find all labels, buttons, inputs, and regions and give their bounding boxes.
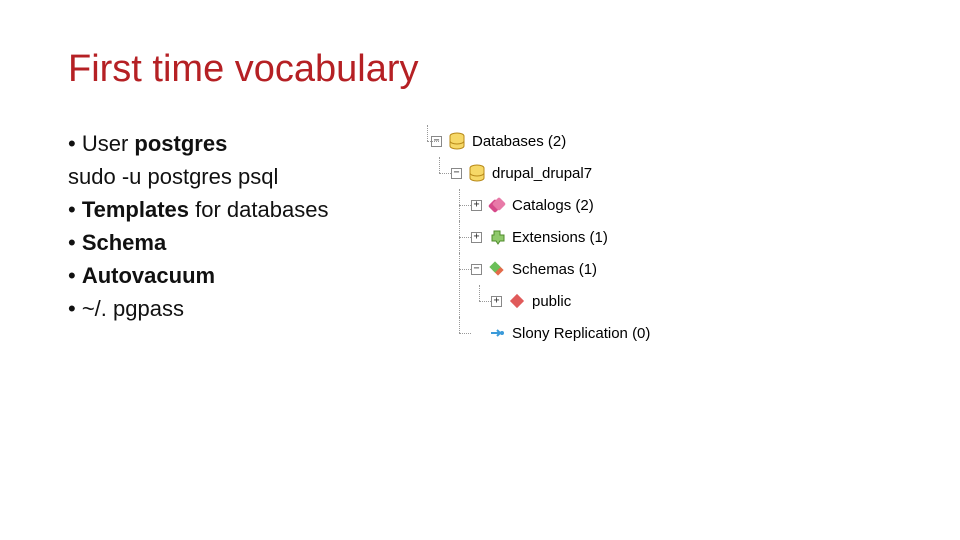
slide-title: First time vocabulary	[68, 48, 960, 91]
tree-label: drupal_drupal7	[492, 166, 592, 181]
tree-label: Catalogs (2)	[512, 198, 594, 213]
tree-label: public	[532, 294, 571, 309]
extensions-icon	[488, 228, 506, 246]
bullet-item: • ~/. pgpass	[68, 292, 423, 325]
bullet-text: for databases	[189, 197, 328, 222]
tree-item-databases[interactable]: − Databases (2)	[431, 125, 650, 157]
tree-item-slony[interactable]: Slony Replication (0)	[471, 317, 650, 349]
collapse-icon[interactable]: −	[451, 168, 462, 179]
replication-icon	[488, 324, 506, 342]
tree-item-public[interactable]: + public	[491, 285, 650, 317]
databases-icon	[448, 132, 466, 150]
catalogs-icon	[488, 196, 506, 214]
tree-view: − Databases (2) −	[423, 125, 650, 349]
tree-item-catalogs[interactable]: + Catalogs (2)	[471, 189, 650, 221]
database-icon	[468, 164, 486, 182]
bullet-bold: Autovacuum	[82, 263, 215, 288]
expand-icon[interactable]: +	[471, 200, 482, 211]
bullet-item: • Autovacuum	[68, 259, 423, 292]
tree-label: Schemas (1)	[512, 262, 597, 277]
bullet-text: •	[68, 263, 82, 288]
schema-icon	[508, 292, 526, 310]
bullet-text: • User	[68, 131, 134, 156]
expand-icon[interactable]: +	[471, 232, 482, 243]
tree-label: Extensions (1)	[512, 230, 608, 245]
schemas-icon	[488, 260, 506, 278]
bullet-bold: postgres	[134, 131, 227, 156]
no-expander	[471, 328, 482, 339]
expand-icon[interactable]: +	[491, 296, 502, 307]
bullet-list: • User postgres sudo -u postgres psql • …	[68, 127, 423, 325]
bullet-item: • Templates for databases	[68, 193, 423, 226]
tree-item-extensions[interactable]: + Extensions (1)	[471, 221, 650, 253]
bullet-bold: Schema	[82, 230, 166, 255]
bullet-text: •	[68, 230, 82, 255]
tree-label: Slony Replication (0)	[512, 326, 650, 341]
slide: First time vocabulary • User postgres su…	[0, 0, 960, 540]
bullet-item: • User postgres	[68, 127, 423, 160]
tree-item-schemas[interactable]: − Schemas (1)	[471, 253, 650, 285]
tree-label: Databases (2)	[472, 134, 566, 149]
bullet-item: • Schema	[68, 226, 423, 259]
collapse-icon[interactable]: −	[471, 264, 482, 275]
collapse-icon[interactable]: −	[431, 136, 442, 147]
bullet-text: •	[68, 197, 82, 222]
body-row: • User postgres sudo -u postgres psql • …	[68, 127, 960, 349]
bullet-bold: Templates	[82, 197, 189, 222]
bullet-item: sudo -u postgres psql	[68, 160, 423, 193]
tree-item-drupal[interactable]: − drupal_drupal7	[451, 157, 650, 189]
